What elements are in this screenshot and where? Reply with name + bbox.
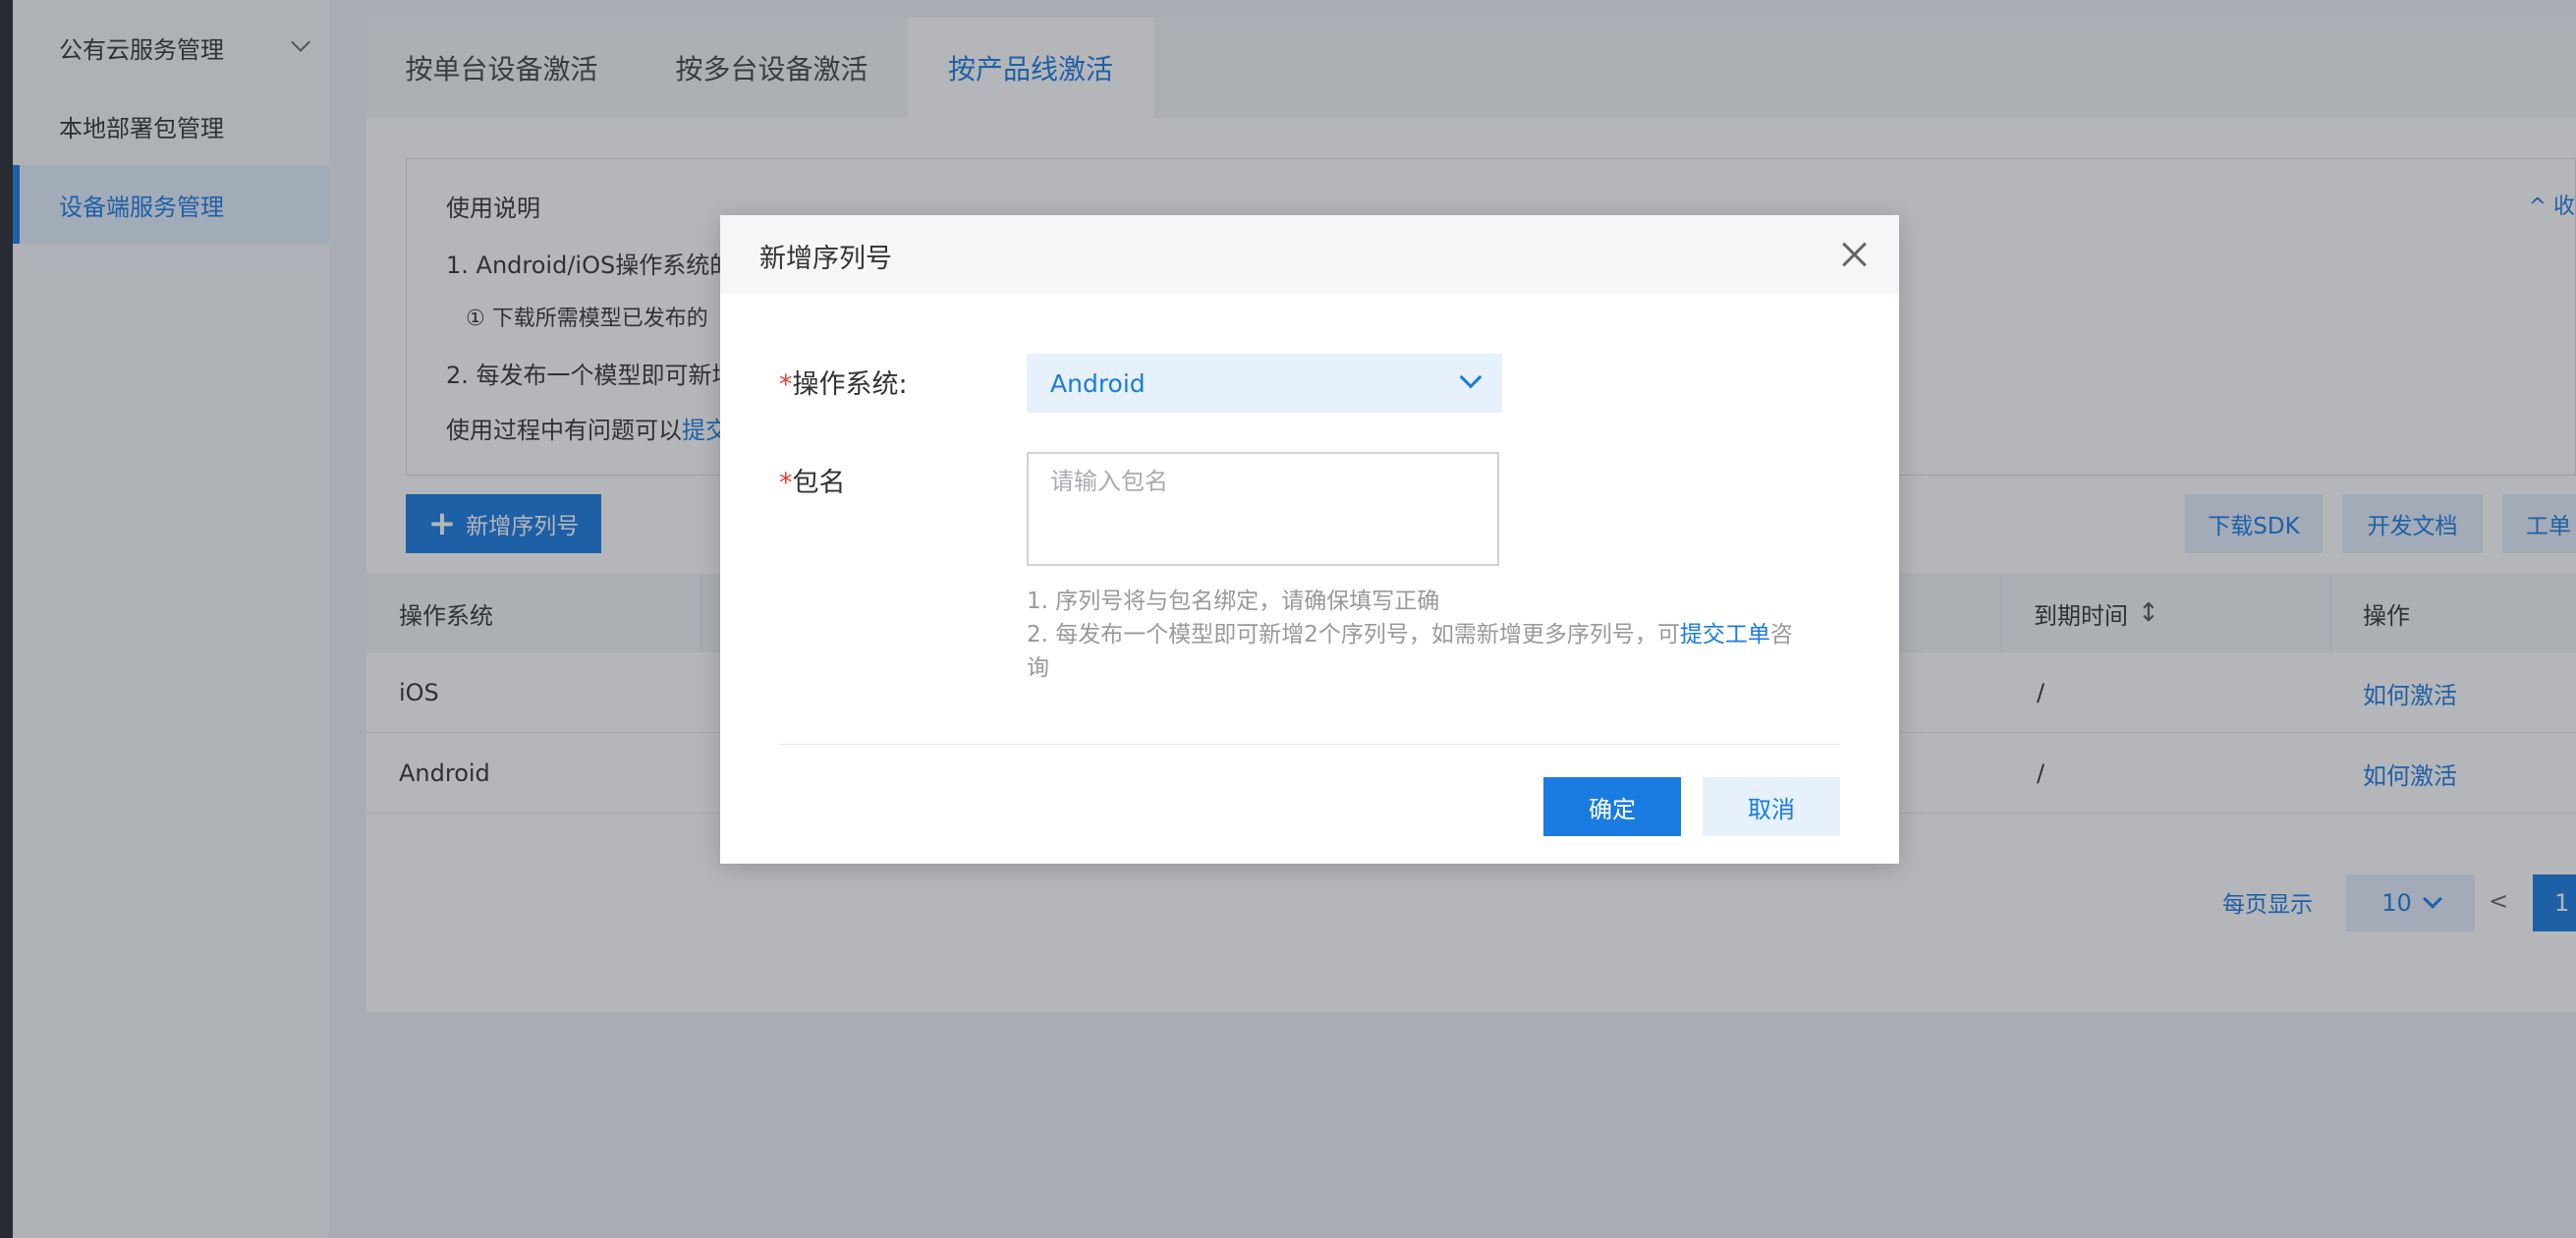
required-marker: *: [779, 369, 793, 400]
hint-line-1: 1. 序列号将与包名绑定，请确保填写正确: [1027, 589, 1440, 614]
package-name-input[interactable]: [1027, 452, 1499, 566]
os-field-label: *操作系统:: [779, 363, 908, 401]
label-text: 包名: [792, 468, 846, 498]
os-select[interactable]: Android: [1027, 354, 1502, 413]
package-field-label: *包名: [779, 461, 846, 499]
dialog-header: 新增序列号: [720, 215, 1899, 294]
confirm-button[interactable]: 确定: [1543, 777, 1681, 836]
submit-ticket-link[interactable]: 提交工单: [1680, 622, 1770, 647]
hint-line-2-wrap: 询: [1027, 655, 1049, 681]
label-text: 操作系统:: [792, 369, 908, 400]
dialog-title: 新增序列号: [759, 244, 892, 274]
select-value: Android: [1050, 368, 1146, 398]
chevron-down-icon: [1459, 366, 1483, 389]
dialog-divider: [779, 744, 1840, 745]
hint-line-2: 2. 每发布一个模型即可新增2个序列号，如需新增更多序列号，可提交工单咨: [1027, 618, 1832, 651]
hint-text: 2. 每发布一个模型即可新增2个序列号，如需新增更多序列号，可: [1027, 622, 1680, 647]
close-icon[interactable]: [1838, 239, 1870, 270]
add-serial-dialog: 新增序列号 *操作系统: Android *包名 1. 序列号将与包名绑定，请确…: [720, 215, 1899, 864]
cancel-button[interactable]: 取消: [1703, 777, 1840, 836]
required-marker: *: [779, 468, 793, 498]
hint-text: 咨: [1769, 622, 1793, 647]
